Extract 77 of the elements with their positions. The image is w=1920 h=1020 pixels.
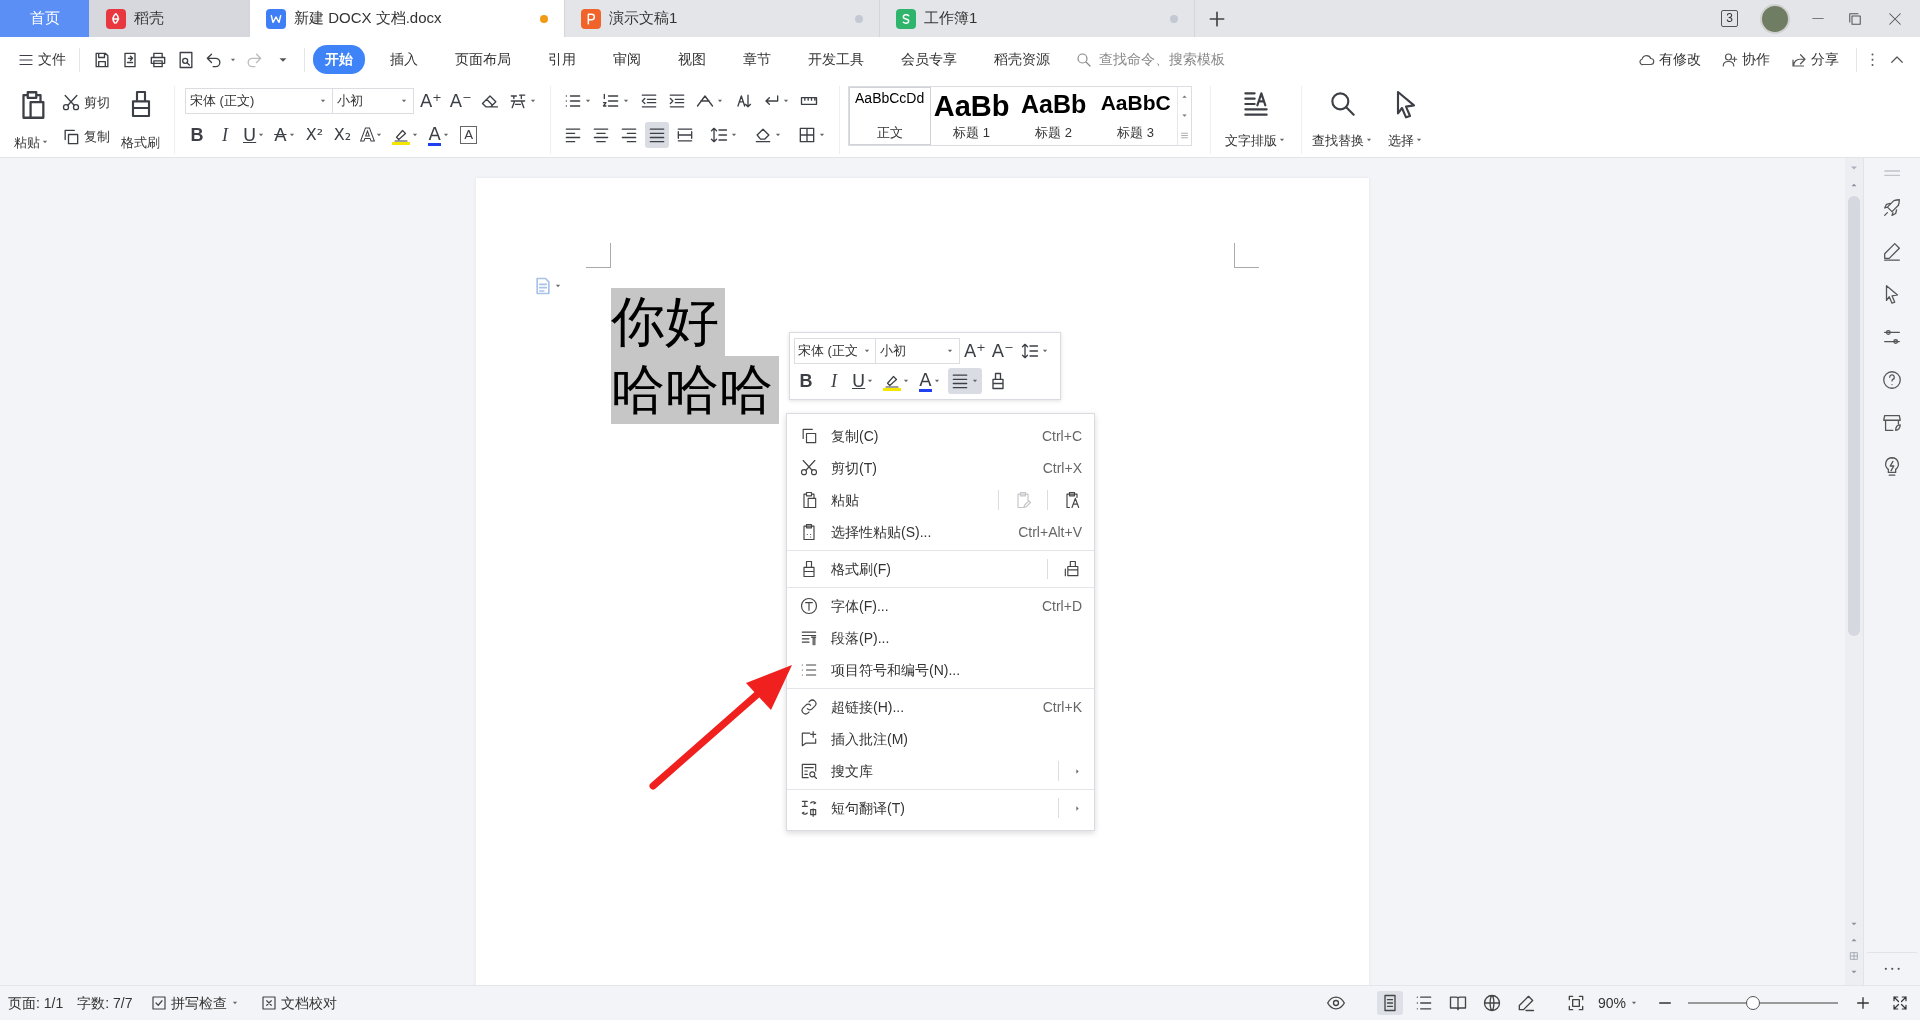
font-size-select[interactable]: 小初 <box>332 88 414 114</box>
proofread-button[interactable]: 文档校对 <box>256 990 340 1016</box>
document-tab[interactable]: 新建 DOCX 文档.docx <box>250 0 565 37</box>
underline-button[interactable]: U <box>241 122 269 148</box>
word-count[interactable]: 字数: 7/7 <box>77 992 133 1014</box>
grow-font-button[interactable]: A⁺ <box>962 338 988 364</box>
font-select[interactable]: 宋体 (正文 <box>794 338 876 364</box>
style-preview: AaBbCcDd <box>855 91 925 107</box>
page-count[interactable]: 页面: 1/1 <box>8 992 64 1014</box>
bold-button[interactable]: B <box>185 122 209 148</box>
shortcut-label: Ctrl+Alt+V <box>1018 522 1082 542</box>
shortcut-label: Ctrl+X <box>1042 458 1082 478</box>
zoom-menu[interactable]: 90% <box>1594 990 1642 1016</box>
copy-button[interactable]: 复制 <box>58 125 113 149</box>
menu-item[interactable]: 粘贴 <box>787 484 1094 516</box>
ribbon-tab[interactable]: 页面布局 <box>443 45 523 74</box>
sup-button[interactable]: X² <box>302 122 327 148</box>
cut-button[interactable]: 剪切 <box>58 91 113 115</box>
ribbon-tab[interactable]: 开发工具 <box>796 45 876 74</box>
ribbon-tab[interactable]: 开始 <box>313 45 365 74</box>
style-preview: AaBb <box>933 91 1010 123</box>
font-size-select[interactable]: 小初 <box>875 338 960 364</box>
style-label: 正文 <box>876 123 903 142</box>
effect-button[interactable]: A <box>358 122 387 148</box>
share-button[interactable]: 分享 <box>1787 47 1842 72</box>
menu-item[interactable]: 选择性粘贴(S)... Ctrl+Alt+V <box>787 516 1094 548</box>
style-preview: AaBbC <box>1100 91 1171 115</box>
menu-item[interactable]: 搜文库 <box>787 755 1094 787</box>
font-color-button[interactable]: A <box>426 122 453 148</box>
menu-item[interactable]: 短句翻译(T) <box>787 792 1094 824</box>
ribbon-tab[interactable]: 会员专享 <box>889 45 969 74</box>
ribbon-tab[interactable]: 章节 <box>731 45 783 74</box>
underline-button[interactable]: U <box>850 368 878 394</box>
bold-button[interactable]: B <box>794 368 818 394</box>
select-button[interactable]: 选择 <box>1383 86 1428 152</box>
shortcut-label: Ctrl+K <box>1042 697 1082 717</box>
menu-item[interactable]: 超链接(H)... Ctrl+K <box>787 691 1094 723</box>
italic-button[interactable]: I <box>822 368 846 394</box>
style-preview: AaBb <box>1021 91 1087 119</box>
paste-button[interactable]: 粘贴 <box>10 86 54 154</box>
menu-item[interactable]: 字体(F)... Ctrl+D <box>787 590 1094 622</box>
window-count[interactable]: 3 <box>1721 10 1738 27</box>
font-color-button[interactable]: A <box>917 368 944 394</box>
format-painter-button[interactable]: 格式刷 <box>117 86 164 154</box>
ribbon-tab[interactable]: 审阅 <box>601 45 653 74</box>
file-menu[interactable]: 文件 <box>14 47 69 72</box>
grow-font-button[interactable]: A⁺ <box>418 88 444 114</box>
menu-item[interactable]: 项目符号和编号(N)... <box>787 654 1094 686</box>
strike-button[interactable]: A <box>272 122 299 148</box>
shortcut-label: Ctrl+D <box>1041 596 1082 616</box>
menu-item[interactable]: 复制(C) Ctrl+C <box>787 420 1094 452</box>
document-tab[interactable]: 稻壳 <box>90 0 250 37</box>
style-label: 标题 2 <box>1035 123 1073 142</box>
italic-button[interactable]: I <box>213 122 237 148</box>
sub-button[interactable]: X₂ <box>330 122 355 148</box>
style-item[interactable]: AaBbCcDd 正文 <box>848 87 931 145</box>
collab-button[interactable]: 协作 <box>1718 47 1773 72</box>
shrink-font-button[interactable]: A⁻ <box>447 88 474 114</box>
text-layout-button[interactable]: 文字排版 <box>1220 86 1291 152</box>
menu-item[interactable]: 剪切(T) Ctrl+X <box>787 452 1094 484</box>
shrink-font-button[interactable]: A⁻ <box>989 338 1016 364</box>
menu-item[interactable]: 格式刷(F) <box>787 553 1094 585</box>
spell-check-button[interactable]: 拼写检查 <box>146 990 243 1016</box>
search-field[interactable]: 查找命令、搜索模板 <box>1097 48 1297 71</box>
ribbon-tab[interactable]: 视图 <box>666 45 718 74</box>
find-replace-button[interactable]: 查找替换 <box>1307 86 1378 152</box>
ribbon-tab[interactable]: 插入 <box>378 45 430 74</box>
ribbon-tab[interactable]: 稻壳资源 <box>982 45 1062 74</box>
ribbon-tab[interactable]: 引用 <box>536 45 588 74</box>
shortcut-label: Ctrl+C <box>1041 426 1082 446</box>
font-select[interactable]: 宋体 (正文) <box>185 88 333 114</box>
sync-button[interactable]: 有修改 <box>1635 47 1704 72</box>
char-border-button[interactable]: A <box>456 122 481 148</box>
style-label: 标题 3 <box>1117 123 1155 142</box>
menu-item[interactable]: 插入批注(M) <box>787 723 1094 755</box>
style-label: 标题 1 <box>953 123 991 142</box>
menu-item[interactable]: 段落(P)... <box>787 622 1094 654</box>
